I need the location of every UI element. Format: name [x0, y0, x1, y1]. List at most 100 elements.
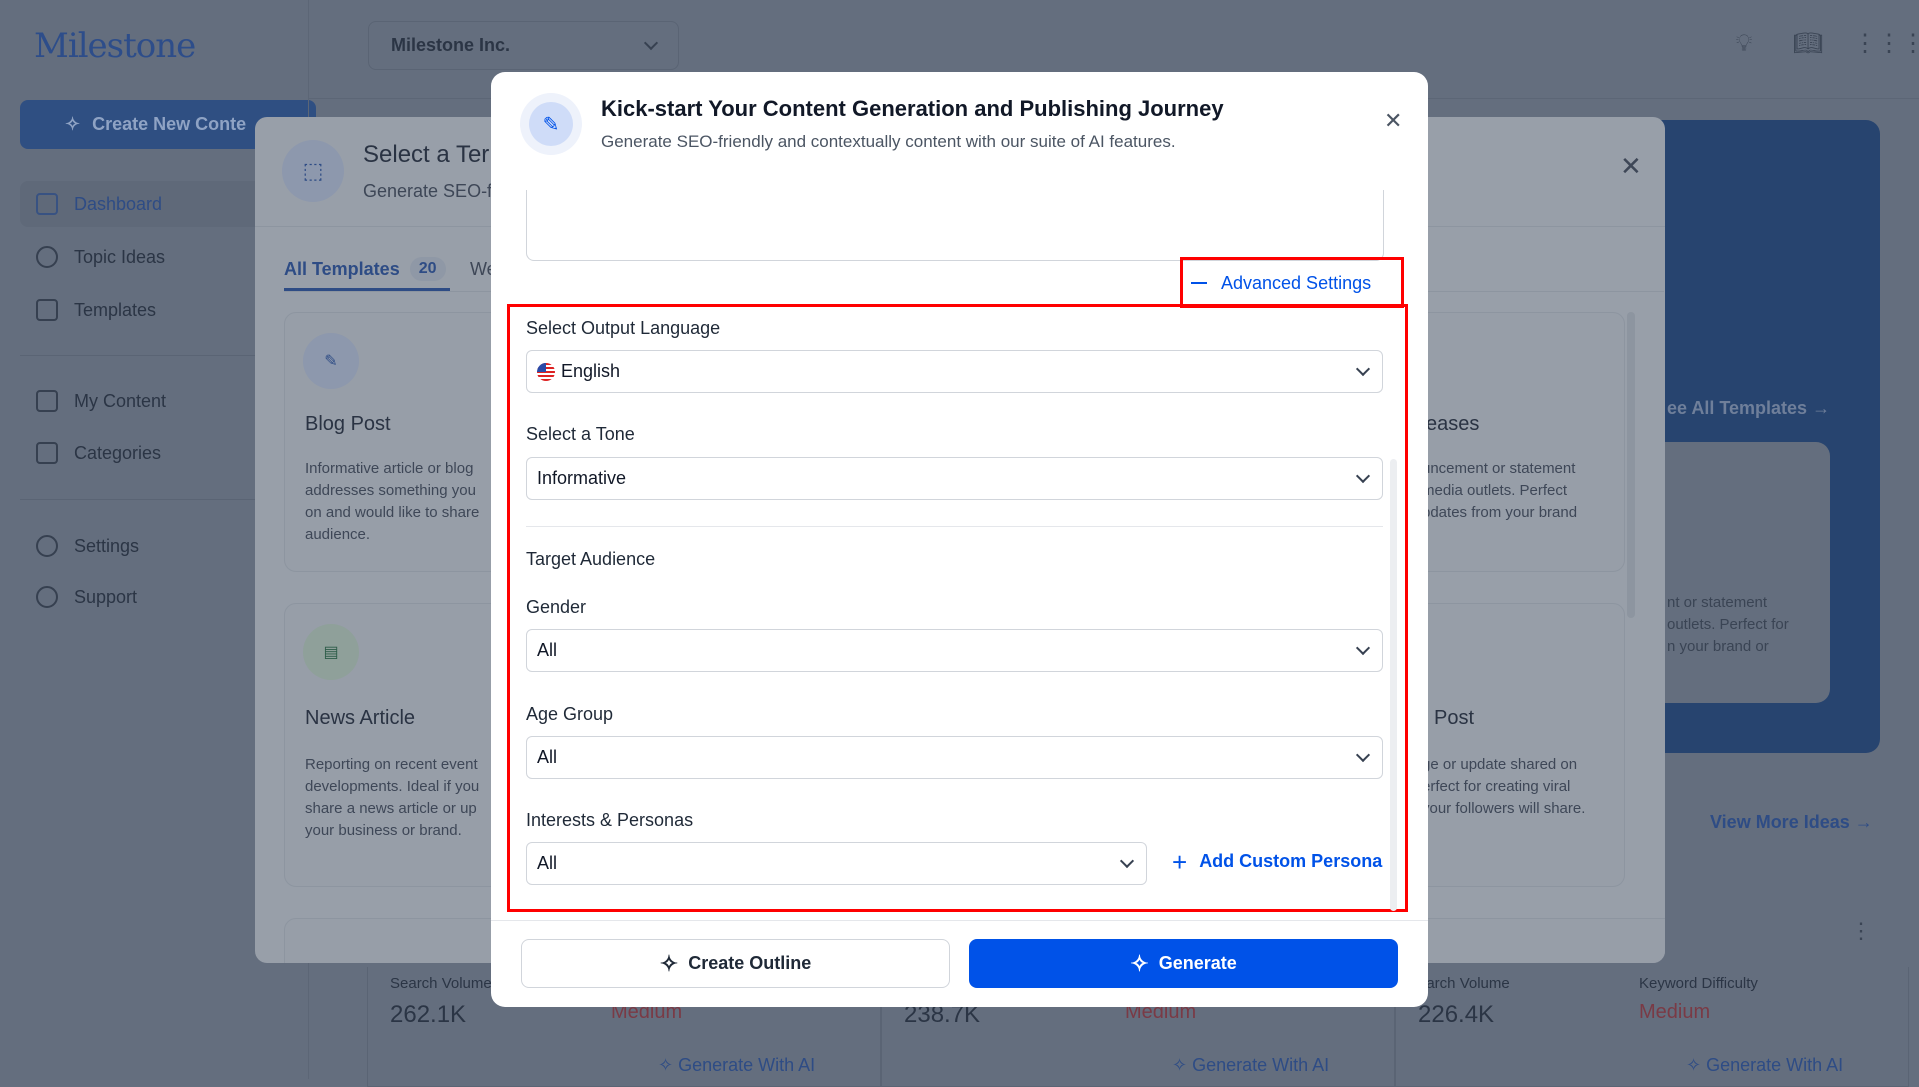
lightbulb-icon[interactable]: 💡︎: [1730, 30, 1758, 58]
panel-text: n your brand or: [1667, 638, 1769, 655]
kebab-menu-icon[interactable]: ⋮: [1850, 918, 1872, 944]
search-volume-label: earch Volume: [1418, 975, 1510, 992]
nav-label: Topic Ideas: [74, 246, 166, 267]
gender-select[interactable]: All: [526, 629, 1383, 672]
card-desc-line: developments. Ideal if you: [305, 778, 480, 795]
sidebar-divider: [20, 355, 280, 356]
generate-button[interactable]: ✧ Generate: [969, 939, 1398, 988]
add-custom-persona-button[interactable]: + Add Custom Persona: [1172, 846, 1382, 877]
modal-title: Kick-start Your Content Generation and P…: [601, 96, 1224, 121]
template-cursor-icon: ⬚: [282, 140, 344, 202]
scrollbar[interactable]: [1627, 312, 1635, 618]
view-more-ideas-link[interactable]: View More Ideas →: [1710, 812, 1873, 833]
pen-icon: ✎: [529, 102, 573, 146]
panel-text: nt or statement: [1667, 594, 1768, 611]
age-group-label: Age Group: [526, 704, 614, 724]
tab-label: All Templates: [284, 258, 400, 279]
sparkle-icon: ✧: [1130, 950, 1149, 976]
interests-select[interactable]: All: [526, 842, 1147, 885]
age-group-select[interactable]: All: [526, 736, 1383, 779]
generate-with-ai-link[interactable]: ✧ Generate With AI: [658, 1055, 815, 1076]
content-generation-modal: ✎ Kick-start Your Content Generation and…: [491, 72, 1428, 1007]
sidebar-item-settings[interactable]: Settings: [20, 523, 280, 569]
interests-value: All: [537, 853, 558, 873]
search-volume-label: Search Volume: [390, 975, 492, 992]
nav-label: Dashboard: [74, 193, 163, 214]
search-volume-value: 262.1K: [390, 1001, 467, 1028]
categories-grid-icon: [36, 442, 58, 464]
language-select[interactable]: English: [526, 350, 1383, 393]
language-value: English: [561, 361, 621, 381]
card-desc-line: media outlets. Perfect: [1422, 482, 1568, 499]
card-desc-line: uncement or statement: [1422, 460, 1576, 477]
card-desc-line: addresses something you: [305, 482, 476, 499]
organization-select[interactable]: Milestone Inc.: [368, 21, 679, 70]
tone-value: Informative: [537, 468, 627, 488]
interests-label: Interests & Personas: [526, 810, 694, 830]
nav-label: Categories: [74, 442, 162, 463]
card-title: Post: [1434, 707, 1475, 729]
card-desc-line: ge or update shared on: [1422, 756, 1578, 773]
target-audience-heading: Target Audience: [526, 549, 656, 569]
card-desc-line: pdates from your brand: [1422, 504, 1578, 521]
scrollbar[interactable]: [1390, 459, 1397, 911]
milestone-logo[interactable]: Milestone: [34, 26, 196, 66]
nav-label: My Content: [74, 390, 167, 411]
tone-select[interactable]: Informative: [526, 457, 1383, 500]
chevron-down-icon: [1355, 640, 1371, 655]
card-title: News Article: [305, 707, 416, 729]
difficulty-value: Medium: [1639, 1001, 1711, 1023]
card-desc-line: your followers will share.: [1422, 800, 1586, 817]
tone-label: Select a Tone: [526, 424, 635, 444]
close-icon[interactable]: ✕: [1384, 108, 1402, 134]
plus-icon: +: [1172, 846, 1188, 877]
panel-text: outlets. Perfect for: [1667, 616, 1789, 633]
sidebar-item-topic-ideas[interactable]: Topic Ideas: [20, 234, 280, 280]
org-name: Milestone Inc.: [391, 35, 511, 55]
chevron-down-icon: [1119, 853, 1135, 868]
card-desc-line: your business or brand.: [305, 822, 462, 839]
sidebar-item-templates[interactable]: Templates: [20, 287, 280, 333]
sidebar-item-my-content[interactable]: My Content: [20, 378, 280, 424]
generate-with-ai-link[interactable]: ✧ Generate With AI: [1172, 1055, 1329, 1076]
create-outline-button[interactable]: ✧ Create Outline: [521, 939, 950, 988]
template-modal-title: Select a Ter: [363, 141, 490, 168]
tab-all-templates[interactable]: All Templates 20: [284, 249, 446, 289]
prompt-textarea[interactable]: [526, 190, 1384, 261]
minus-icon: [1191, 282, 1207, 284]
generate-label: Generate: [1158, 953, 1237, 973]
document-icon: [36, 390, 58, 412]
nav-label: Settings: [74, 535, 140, 556]
card-desc-line: Informative article or blog: [305, 460, 474, 477]
generate-with-ai-link[interactable]: ✧ Generate With AI: [1686, 1055, 1843, 1076]
book-icon[interactable]: 📖︎: [1793, 30, 1823, 58]
card-desc-line: audience.: [305, 526, 371, 543]
sidebar-item-dashboard[interactable]: Dashboard: [20, 181, 280, 227]
card-desc-line: on and would like to share: [305, 504, 480, 521]
language-label: Select Output Language: [526, 318, 721, 338]
see-all-templates-link[interactable]: ee All Templates →: [1667, 398, 1830, 419]
advanced-settings-toggle[interactable]: Advanced Settings: [1191, 268, 1371, 298]
chevron-down-icon: [1355, 361, 1371, 376]
difficulty-label: Keyword Difficulty: [1639, 975, 1758, 992]
blog-post-icon: ✎: [303, 333, 359, 389]
card-title: Blog Post: [305, 413, 391, 435]
age-group-value: All: [537, 747, 558, 767]
close-icon[interactable]: ✕: [1620, 151, 1642, 182]
chart-icon: [36, 193, 58, 215]
sparkle-icon: ✧: [659, 950, 679, 976]
support-icon: [36, 586, 58, 608]
sidebar-item-categories[interactable]: Categories: [20, 430, 280, 476]
chevron-down-icon: [1355, 747, 1371, 762]
lightbulb-icon: [36, 246, 58, 268]
sidebar-divider: [20, 499, 280, 500]
keyword-card: earch Volume 226.4K Keyword Difficulty M…: [1395, 967, 1909, 1087]
create-outline-label: Create Outline: [688, 953, 812, 973]
apps-grid-icon[interactable]: ⋮⋮⋮: [1853, 30, 1919, 58]
gender-label: Gender: [526, 597, 587, 617]
panel-card: nt or statement outlets. Perfect for n y…: [1665, 442, 1830, 703]
news-article-icon: ▤: [303, 624, 359, 680]
templates-icon: [36, 299, 58, 321]
tab-count-badge: 20: [409, 257, 446, 281]
sidebar-item-support[interactable]: Support: [20, 574, 280, 620]
